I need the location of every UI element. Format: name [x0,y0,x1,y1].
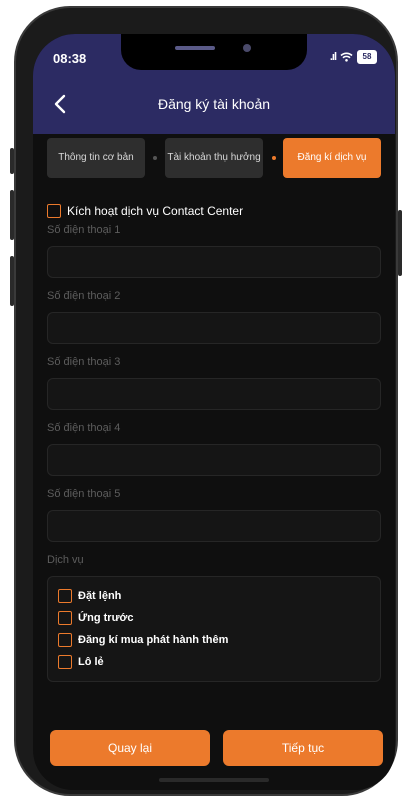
app-screen: 08:38 .ıl 58 Đăng ký tài khoản Thông tin… [33,34,395,790]
home-indicator [159,778,269,782]
back-step-button[interactable]: Quay lại [50,730,210,766]
phone-2-label: Số điện thoại 2 [47,290,121,302]
phone-2-input[interactable] [47,312,381,344]
phone-4-input[interactable] [47,444,381,476]
service-checkbox[interactable] [58,633,72,647]
phone-5-label: Số điện thoại 5 [47,488,121,500]
step-basic-info[interactable]: Thông tin cơ bản [47,138,145,178]
side-button-left-2 [10,190,14,240]
service-label: Lô lẻ [78,656,104,668]
contact-center-checkbox[interactable] [47,204,61,218]
phone-1-input[interactable] [47,246,381,278]
services-label: Dịch vụ [47,554,84,566]
phone-3-label: Số điện thoại 3 [47,356,121,368]
status-time: 08:38 [53,51,87,66]
service-place-order[interactable]: Đặt lệnh [58,587,121,605]
app-header: 08:38 .ıl 58 Đăng ký tài khoản [33,34,395,134]
service-checkbox[interactable] [58,655,72,669]
phone-1-label: Số điện thoại 1 [47,224,121,236]
side-button-left-1 [10,148,14,174]
service-checkbox[interactable] [58,611,72,625]
page-title: Đăng ký tài khoản [157,96,271,112]
wifi-icon [340,52,353,62]
notch [121,34,307,70]
step-label: Đăng kí dịch vụ [297,152,367,163]
step-tabs: Thông tin cơ bản Tài khoản thụ hưởng Đăn… [47,138,381,180]
service-label: Đăng kí mua phát hành thêm [78,634,229,646]
service-label: Ứng trước [78,612,134,624]
next-step-button[interactable]: Tiếp tục [223,730,383,766]
step-separator-dot [272,156,276,160]
service-odd-lot[interactable]: Lô lẻ [58,653,104,671]
phone-4-label: Số điện thoại 4 [47,422,121,434]
contact-center-label: Kích hoạt dịch vụ Contact Center [67,204,244,218]
phone-5-input[interactable] [47,510,381,542]
battery-icon: 58 [357,50,377,64]
step-label: Thông tin cơ bản [58,152,134,163]
signal-icon: .ıl [329,51,337,63]
speaker-grille [175,46,215,50]
step-service-registration[interactable]: Đăng kí dịch vụ [283,138,381,178]
step-beneficiary-account[interactable]: Tài khoản thụ hưởng [165,138,263,178]
phone-3-input[interactable] [47,378,381,410]
step-label: Tài khoản thụ hưởng [167,152,261,163]
contact-center-toggle[interactable]: Kích hoạt dịch vụ Contact Center [47,202,243,220]
front-camera [243,44,251,52]
side-button-left-3 [10,256,14,306]
status-icons: .ıl 58 [330,50,377,64]
service-advance[interactable]: Ứng trước [58,609,133,627]
side-button-right [398,210,402,276]
service-additional-issuance[interactable]: Đăng kí mua phát hành thêm [58,631,228,649]
service-checkbox[interactable] [58,589,72,603]
services-list: Đặt lệnh Ứng trước Đăng kí mua phát hành… [47,576,381,682]
step-separator-dot [153,156,157,160]
service-label: Đặt lệnh [78,590,122,602]
